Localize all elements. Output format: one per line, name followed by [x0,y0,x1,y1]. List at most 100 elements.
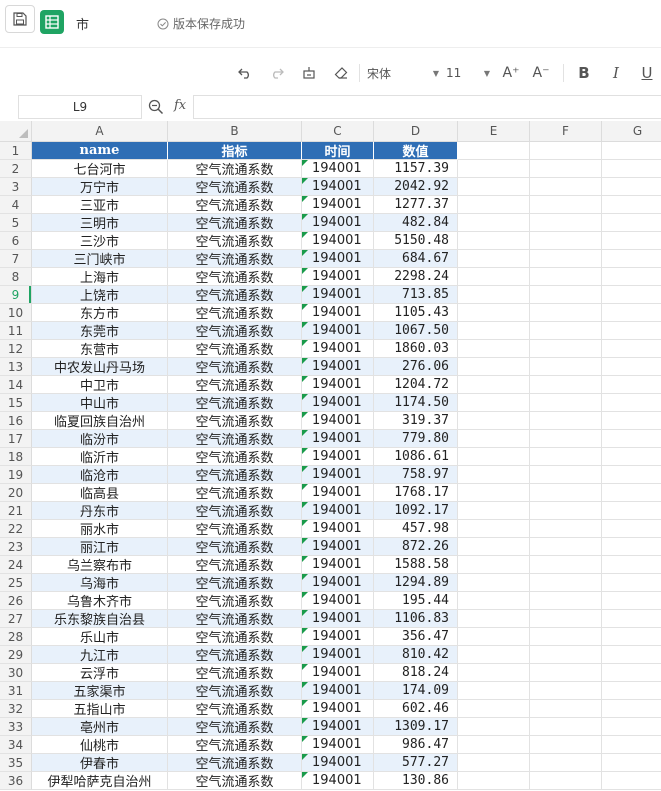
table-cell[interactable] [458,214,530,232]
table-cell[interactable]: 乌海市 [32,574,168,592]
row-header[interactable]: 24 [0,556,32,574]
table-cell[interactable]: 5150.48 [374,232,458,250]
formula-input[interactable] [193,95,661,119]
table-cell[interactable] [530,178,602,196]
table-cell[interactable]: 九江市 [32,646,168,664]
table-cell[interactable] [602,232,661,250]
table-cell[interactable]: 194001 [302,394,374,412]
table-cell[interactable] [458,682,530,700]
table-cell[interactable]: 三明市 [32,214,168,232]
table-cell[interactable] [458,502,530,520]
table-cell[interactable] [458,538,530,556]
table-cell[interactable] [602,520,661,538]
table-cell[interactable] [602,718,661,736]
table-cell[interactable] [458,358,530,376]
table-cell[interactable] [530,430,602,448]
clear-format-button[interactable] [330,62,352,84]
table-cell[interactable] [458,664,530,682]
row-header[interactable]: 30 [0,664,32,682]
table-cell[interactable] [530,520,602,538]
table-cell[interactable]: 临汾市 [32,430,168,448]
table-cell[interactable] [458,610,530,628]
table-cell[interactable]: 乐山市 [32,628,168,646]
table-cell[interactable]: 194001 [302,610,374,628]
table-cell[interactable] [530,772,602,790]
table-cell[interactable]: 丽江市 [32,538,168,556]
table-cell[interactable]: 空气流通系数 [168,322,302,340]
table-cell[interactable]: 空气流通系数 [168,592,302,610]
table-cell[interactable]: 1086.61 [374,448,458,466]
row-header[interactable]: 21 [0,502,32,520]
table-cell[interactable] [458,448,530,466]
table-cell[interactable]: 194001 [302,214,374,232]
table-cell[interactable] [602,538,661,556]
save-button[interactable] [5,5,35,33]
table-cell[interactable]: 2298.24 [374,268,458,286]
table-cell[interactable]: 空气流通系数 [168,556,302,574]
table-cell[interactable]: 758.97 [374,466,458,484]
font-family-select[interactable]: 宋体 ▼ [367,62,439,84]
spreadsheet-grid[interactable]: A B C D E F G 1 name 指标 时间 数值 2 七台河市 空气流通系数 194001 1157.… [0,121,661,791]
table-cell[interactable] [602,376,661,394]
table-cell[interactable]: 194001 [302,448,374,466]
table-cell[interactable] [458,178,530,196]
function-icon[interactable]: fx [174,98,186,113]
table-cell[interactable]: 空气流通系数 [168,484,302,502]
row-header[interactable]: 15 [0,394,32,412]
table-cell[interactable]: 986.47 [374,736,458,754]
table-cell[interactable]: 丽水市 [32,520,168,538]
table-cell[interactable] [458,754,530,772]
table-cell[interactable]: 1092.17 [374,502,458,520]
table-cell[interactable] [458,376,530,394]
table-cell[interactable] [458,394,530,412]
table-cell[interactable]: 空气流通系数 [168,448,302,466]
table-cell[interactable] [602,466,661,484]
row-header[interactable]: 19 [0,466,32,484]
table-cell[interactable]: 乌鲁木齐市 [32,592,168,610]
table-cell[interactable] [602,322,661,340]
table-cell[interactable]: 130.86 [374,772,458,790]
undo-button[interactable] [234,62,256,84]
table-cell[interactable]: 空气流通系数 [168,430,302,448]
table-cell[interactable]: 1309.17 [374,718,458,736]
table-cell[interactable]: 临沂市 [32,448,168,466]
table-cell[interactable]: 空气流通系数 [168,736,302,754]
table-cell[interactable] [602,556,661,574]
table-cell[interactable]: 195.44 [374,592,458,610]
table-cell[interactable]: 2042.92 [374,178,458,196]
table-cell[interactable]: 1106.83 [374,610,458,628]
table-cell[interactable]: 1294.89 [374,574,458,592]
table-cell[interactable]: 亳州市 [32,718,168,736]
table-cell[interactable] [530,214,602,232]
row-header[interactable]: 22 [0,520,32,538]
table-cell[interactable]: 空气流通系数 [168,214,302,232]
table-cell[interactable]: 空气流通系数 [168,502,302,520]
table-cell[interactable] [602,214,661,232]
table-cell[interactable]: 五指山市 [32,700,168,718]
row-header[interactable]: 34 [0,736,32,754]
table-cell[interactable]: 空气流通系数 [168,250,302,268]
row-header[interactable]: 5 [0,214,32,232]
table-cell[interactable]: 空气流通系数 [168,412,302,430]
table-cell[interactable]: 194001 [302,232,374,250]
table-cell[interactable] [602,304,661,322]
table-cell[interactable]: 空气流通系数 [168,160,302,178]
row-header[interactable]: 17 [0,430,32,448]
table-cell[interactable] [602,340,661,358]
table-cell[interactable] [602,754,661,772]
table-cell[interactable]: 457.98 [374,520,458,538]
table-cell[interactable]: 仙桃市 [32,736,168,754]
table-cell[interactable] [530,322,602,340]
row-header[interactable]: 32 [0,700,32,718]
table-cell[interactable] [530,754,602,772]
row-header[interactable]: 9 [0,286,32,304]
row-header[interactable]: 12 [0,340,32,358]
table-cell[interactable]: 乐东黎族自治县 [32,610,168,628]
table-cell[interactable]: 194001 [302,700,374,718]
table-cell[interactable]: 194001 [302,754,374,772]
table-cell[interactable]: 810.42 [374,646,458,664]
row-header[interactable]: 11 [0,322,32,340]
cell-reference-box[interactable]: L9 [18,95,142,119]
redo-button[interactable] [266,62,288,84]
table-cell[interactable]: 194001 [302,412,374,430]
